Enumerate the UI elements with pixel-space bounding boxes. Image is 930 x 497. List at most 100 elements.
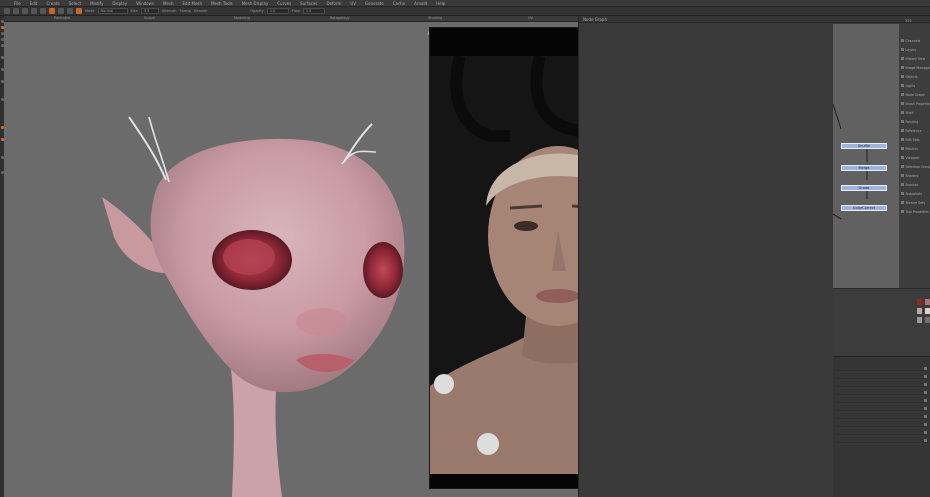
panel-icon	[901, 156, 904, 159]
opacity-label: Opacity	[250, 9, 264, 13]
tab-paintable[interactable]: Paintable	[54, 16, 70, 20]
node-merge[interactable]: Merge	[841, 165, 887, 171]
visibility-icon[interactable]	[924, 390, 927, 394]
smooth-check[interactable]: Smooth	[194, 9, 208, 13]
redo-icon[interactable]	[40, 8, 46, 14]
sidebar-item[interactable]: Lights	[901, 83, 915, 88]
menu-item[interactable]: Mesh Display	[242, 1, 269, 6]
node-shuffle[interactable]: Shuffle	[841, 143, 887, 149]
sidebar-item[interactable]: Patches	[901, 146, 918, 151]
sidebar-item[interactable]: History View	[901, 56, 925, 61]
menu-item[interactable]: Arnold	[414, 1, 427, 6]
tab-shading[interactable]: Shading	[428, 16, 442, 20]
panel-icon	[901, 138, 904, 141]
mode-select[interactable]: Normal	[97, 8, 128, 14]
color-swatch[interactable]	[925, 299, 930, 305]
layer-row[interactable]	[835, 397, 929, 403]
layer-row[interactable]	[835, 365, 929, 371]
sidebar-item-label: Lights	[905, 83, 916, 88]
color-swatch[interactable]	[917, 308, 922, 314]
clone-icon[interactable]	[67, 8, 73, 14]
visibility-icon[interactable]	[924, 398, 927, 402]
sidebar-item[interactable]: Edit Sets	[901, 137, 920, 142]
sidebar-item[interactable]: Brush Properties	[901, 101, 930, 106]
open-icon[interactable]	[13, 8, 19, 14]
layer-row[interactable]	[835, 437, 929, 443]
menu-item[interactable]: Surfaces	[300, 1, 317, 6]
color-swatch[interactable]	[925, 317, 930, 323]
stamp-check[interactable]: Stamp	[179, 9, 190, 13]
sidebar-item[interactable]: Painting	[901, 119, 918, 124]
layer-row[interactable]	[835, 381, 929, 387]
smudge-icon[interactable]	[76, 8, 82, 14]
menu-item[interactable]: Cache	[393, 1, 405, 6]
node-colorcorrect[interactable]: ColorCorrect	[841, 205, 887, 211]
sidebar-item[interactable]: Brushes	[901, 182, 918, 187]
visibility-icon[interactable]	[924, 374, 927, 378]
tab-retopology[interactable]: Retopology	[330, 16, 350, 20]
menu-item[interactable]: UV	[350, 1, 356, 6]
menu-item[interactable]: Mesh Tools	[211, 1, 233, 6]
size-field[interactable]: 3.5	[140, 8, 159, 14]
visibility-icon[interactable]	[924, 422, 927, 426]
panel-icon	[901, 111, 904, 114]
sidebar-item[interactable]: Snapshots	[901, 191, 922, 196]
menu-item[interactable]: Create	[46, 1, 59, 6]
menu-item[interactable]: Display	[112, 1, 127, 6]
layer-row[interactable]	[835, 413, 929, 419]
menu-item[interactable]: Select	[69, 1, 81, 6]
panel-icon	[901, 48, 904, 51]
file-icon[interactable]	[4, 8, 10, 14]
menu-item[interactable]: Help	[436, 1, 445, 6]
color-swatch[interactable]	[925, 308, 930, 314]
layer-row[interactable]	[835, 429, 929, 435]
menu-item[interactable]: Modify	[90, 1, 103, 6]
sidebar-item[interactable]: Viewport	[901, 155, 920, 160]
menu-item[interactable]: Deform	[326, 1, 341, 6]
flow-field[interactable]: 1.0	[302, 8, 325, 14]
panel-icon	[901, 165, 904, 168]
visibility-icon[interactable]	[924, 430, 927, 434]
tab-modeling[interactable]: Modeling	[234, 16, 250, 20]
brush-icon[interactable]	[49, 8, 55, 14]
menu-item[interactable]: Generate	[365, 1, 384, 6]
menu-item[interactable]: Mesh	[163, 1, 174, 6]
sidebar-item[interactable]: Selection Groups	[901, 164, 930, 169]
color-swatch[interactable]	[917, 317, 922, 323]
layer-row[interactable]	[835, 373, 929, 379]
sidebar-item[interactable]: Shaders	[901, 173, 918, 178]
menu-item[interactable]: File	[14, 1, 21, 6]
airbrush-check[interactable]: Airbrush	[162, 9, 177, 13]
sidebar-item[interactable]: Reference	[901, 128, 922, 133]
tab-sculpt[interactable]: Sculpt	[144, 16, 155, 20]
visibility-icon[interactable]	[924, 366, 927, 370]
visibility-icon[interactable]	[924, 414, 927, 418]
layer-row[interactable]	[835, 421, 929, 427]
panel-icon	[901, 129, 904, 132]
save-icon[interactable]	[22, 8, 28, 14]
sidebar-item[interactable]: Objects	[901, 74, 918, 79]
sidebar-item[interactable]: Layers	[901, 47, 916, 52]
sidebar-item[interactable]: Node Graph	[901, 92, 925, 97]
node-grade[interactable]: Grade	[841, 185, 887, 191]
visibility-icon[interactable]	[924, 382, 927, 386]
undo-icon[interactable]	[31, 8, 37, 14]
eraser-icon[interactable]	[58, 8, 64, 14]
layer-row[interactable]	[835, 389, 929, 395]
tab-uv[interactable]: UV	[528, 16, 533, 20]
opacity-field[interactable]: 1.0	[266, 8, 289, 14]
sidebar-item[interactable]: Channels	[901, 38, 920, 43]
visibility-icon[interactable]	[924, 438, 927, 442]
sidebar-item[interactable]: Shelf	[901, 110, 914, 115]
panel-number: 322	[905, 19, 912, 23]
menu-item[interactable]: Edit	[30, 1, 38, 6]
sidebar-item[interactable]: Image Manager	[901, 65, 930, 70]
menu-item[interactable]: Edit Mesh	[183, 1, 203, 6]
layer-row[interactable]	[835, 405, 929, 411]
sidebar-item[interactable]: Tool Properties	[901, 209, 929, 214]
color-swatch[interactable]	[917, 299, 922, 305]
visibility-icon[interactable]	[924, 406, 927, 410]
menu-item[interactable]: Curves	[277, 1, 291, 6]
menu-item[interactable]: Windows	[136, 1, 154, 6]
sidebar-item[interactable]: Texture Sets	[901, 200, 925, 205]
